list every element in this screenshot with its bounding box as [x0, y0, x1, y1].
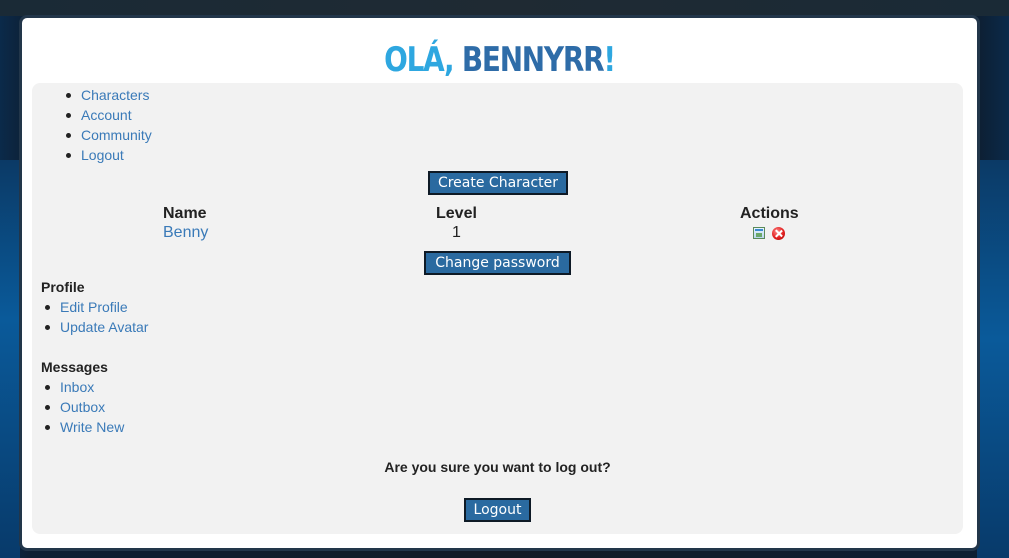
nav-item-logout[interactable]: Logout — [62, 145, 152, 165]
messages-item-outbox[interactable]: Outbox — [41, 397, 124, 417]
main-nav: Characters Account Community Logout — [62, 85, 152, 165]
change-password-button[interactable]: Change password — [424, 251, 571, 275]
delete-icon[interactable] — [772, 227, 785, 240]
messages-list: Inbox Outbox Write New — [41, 377, 124, 437]
logout-confirmation-text: Are you sure you want to log out? — [384, 459, 611, 475]
nav-item-account[interactable]: Account — [62, 105, 152, 125]
messages-item-inbox[interactable]: Inbox — [41, 377, 124, 397]
profile-item-update-avatar[interactable]: Update Avatar — [41, 317, 148, 337]
page-background-left — [0, 160, 20, 558]
page-background-right — [977, 160, 1009, 558]
column-header-actions: Actions — [740, 205, 799, 222]
profile-list: Edit Profile Update Avatar — [41, 297, 148, 337]
greeting-suffix: ! — [603, 40, 616, 80]
nav-item-characters[interactable]: Characters — [62, 85, 152, 105]
nav-item-community[interactable]: Community — [62, 125, 152, 145]
messages-section-title: Messages — [41, 359, 108, 375]
character-name-link[interactable]: Benny — [163, 223, 208, 243]
create-character-button[interactable]: Create Character — [428, 171, 568, 195]
username-text: BENNYRR — [461, 40, 605, 80]
column-header-name: Name — [163, 205, 207, 222]
content-panel: Characters Account Community Logout Crea… — [32, 83, 963, 534]
greeting-text: OLÁ, — [384, 40, 462, 80]
edit-icon[interactable] — [753, 227, 765, 239]
main-frame: OLÁ, BENNYRR! Characters Account Communi… — [19, 15, 980, 551]
profile-section-title: Profile — [41, 279, 85, 295]
page-background-top — [0, 0, 1009, 16]
logout-button[interactable]: Logout — [464, 498, 531, 522]
page-title: OLÁ, BENNYRR! — [108, 40, 891, 80]
column-header-level: Level — [436, 205, 477, 222]
character-level: 1 — [452, 224, 461, 241]
messages-item-write-new[interactable]: Write New — [41, 417, 124, 437]
profile-item-edit-profile[interactable]: Edit Profile — [41, 297, 148, 317]
